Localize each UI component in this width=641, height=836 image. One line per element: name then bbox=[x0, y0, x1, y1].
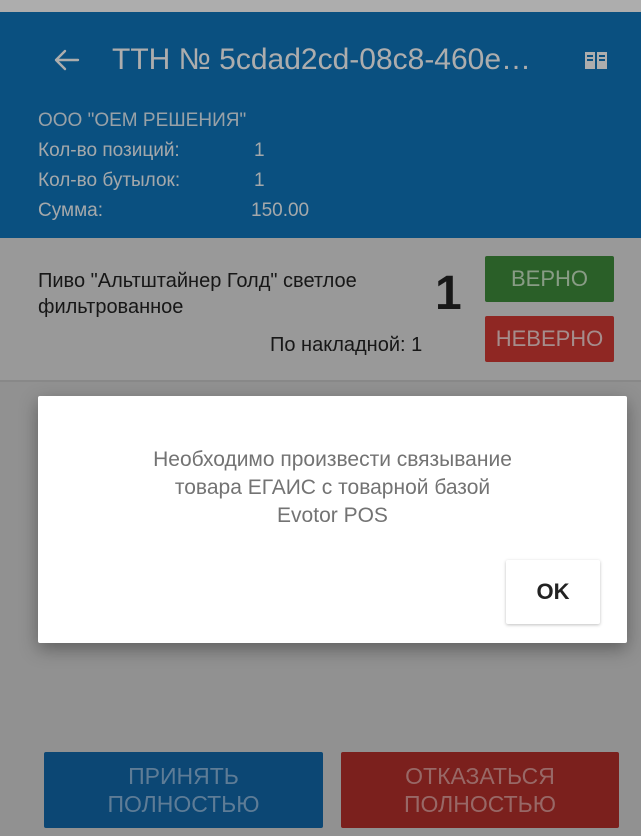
dialog-message: Необходимо произвести связывание товара … bbox=[68, 446, 597, 530]
dialog-message-line1: Необходимо произвести связывание bbox=[153, 448, 512, 471]
dialog-message-line3: Evotor POS bbox=[277, 504, 388, 527]
screen: ТТН № 5cdad2cd-08c8-460e… ООО "ОЕМ РЕШЕН… bbox=[0, 0, 641, 836]
dialog-message-line2: товара ЕГАИС с товарной базой bbox=[174, 476, 491, 499]
ok-button[interactable]: OK bbox=[506, 560, 600, 624]
alert-dialog: Необходимо произвести связывание товара … bbox=[38, 396, 627, 643]
